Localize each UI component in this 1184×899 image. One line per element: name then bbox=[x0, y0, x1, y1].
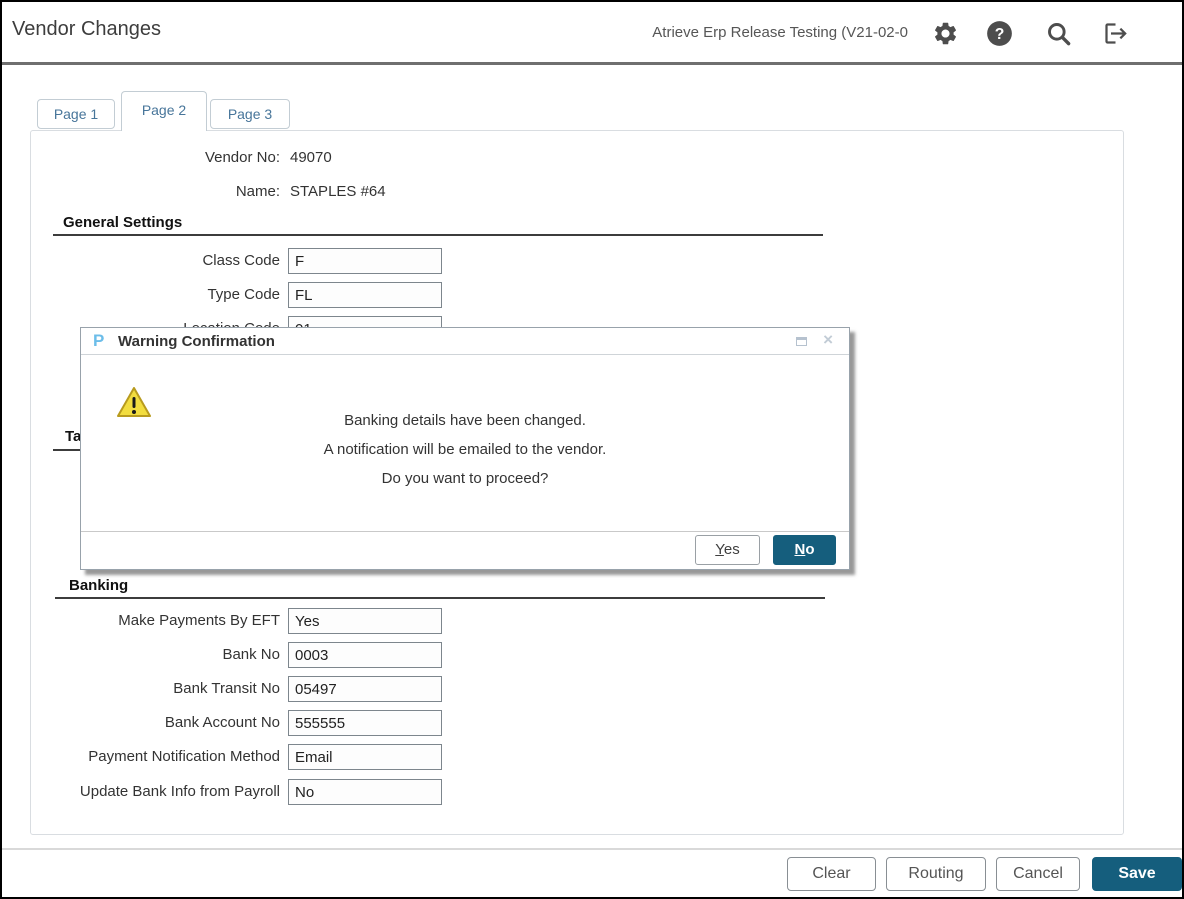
routing-button[interactable]: Routing bbox=[886, 857, 986, 891]
class-code-label: Class Code bbox=[31, 252, 280, 269]
update-bank-info-row: Update Bank Info from Payroll bbox=[31, 779, 1123, 805]
banking-heading: Banking bbox=[69, 577, 128, 594]
maximize-icon[interactable] bbox=[796, 337, 807, 346]
environment-label: Atrieve Erp Release Testing (V21-02-0 bbox=[652, 24, 908, 41]
vendor-no-row: Vendor No: 49070 bbox=[31, 145, 1123, 171]
svg-text:?: ? bbox=[995, 26, 1005, 43]
vendor-name-row: Name: STAPLES #64 bbox=[31, 179, 1123, 205]
bank-transit-label: Bank Transit No bbox=[31, 680, 280, 697]
type-code-row: Type Code bbox=[31, 282, 1123, 308]
settings-gear-icon[interactable] bbox=[932, 20, 959, 47]
tab-page-2[interactable]: Page 2 bbox=[121, 91, 207, 131]
vendor-name-value: STAPLES #64 bbox=[290, 183, 386, 200]
payment-notification-label: Payment Notification Method bbox=[31, 748, 280, 765]
bank-account-row: Bank Account No bbox=[31, 710, 1123, 736]
header-divider bbox=[2, 62, 1182, 65]
bank-no-label: Bank No bbox=[31, 646, 280, 663]
help-icon[interactable]: ? bbox=[986, 20, 1013, 47]
bank-account-input[interactable] bbox=[288, 710, 442, 736]
eft-input[interactable] bbox=[288, 608, 442, 634]
update-bank-info-label: Update Bank Info from Payroll bbox=[31, 783, 280, 800]
bank-account-label: Bank Account No bbox=[31, 714, 280, 731]
tab-page-1[interactable]: Page 1 bbox=[37, 99, 115, 129]
payment-notification-row: Payment Notification Method bbox=[31, 744, 1123, 770]
search-icon[interactable] bbox=[1045, 20, 1072, 47]
dialog-title: Warning Confirmation bbox=[118, 333, 275, 350]
clear-button[interactable]: Clear bbox=[787, 857, 876, 891]
app-window: Vendor Changes Atrieve Erp Release Testi… bbox=[0, 0, 1184, 899]
eft-row: Make Payments By EFT bbox=[31, 608, 1123, 634]
vendor-name-label: Name: bbox=[31, 183, 280, 200]
dialog-message-2: A notification will be emailed to the ve… bbox=[81, 441, 849, 458]
class-code-row: Class Code bbox=[31, 248, 1123, 274]
vendor-no-value: 49070 bbox=[290, 149, 332, 166]
dialog-titlebar[interactable]: P Warning Confirmation × bbox=[81, 328, 849, 355]
update-bank-info-input[interactable] bbox=[288, 779, 442, 805]
cancel-button[interactable]: Cancel bbox=[996, 857, 1080, 891]
dialog-footer-divider bbox=[81, 531, 849, 532]
tab-page-3[interactable]: Page 3 bbox=[210, 99, 290, 129]
banking-rule bbox=[55, 597, 825, 599]
no-button[interactable]: No bbox=[773, 535, 836, 565]
save-button[interactable]: Save bbox=[1092, 857, 1182, 891]
page-title: Vendor Changes bbox=[12, 18, 161, 41]
tax-section-heading-partial: Ta bbox=[65, 428, 81, 445]
footer-divider bbox=[2, 848, 1182, 850]
close-icon[interactable]: × bbox=[823, 330, 833, 350]
type-code-label: Type Code bbox=[31, 286, 280, 303]
payment-notification-input[interactable] bbox=[288, 744, 442, 770]
dialog-message-1: Banking details have been changed. bbox=[81, 412, 849, 429]
vendor-no-label: Vendor No: bbox=[31, 149, 280, 166]
bank-transit-input[interactable] bbox=[288, 676, 442, 702]
general-settings-heading: General Settings bbox=[63, 214, 182, 231]
bank-transit-row: Bank Transit No bbox=[31, 676, 1123, 702]
logout-icon[interactable] bbox=[1102, 20, 1129, 47]
general-settings-rule bbox=[53, 234, 823, 236]
dialog-message-3: Do you want to proceed? bbox=[81, 470, 849, 487]
bank-no-row: Bank No bbox=[31, 642, 1123, 668]
warning-confirmation-dialog: P Warning Confirmation × Banking details… bbox=[80, 327, 850, 570]
type-code-input[interactable] bbox=[288, 282, 442, 308]
eft-label: Make Payments By EFT bbox=[31, 612, 280, 629]
yes-button[interactable]: Yes bbox=[695, 535, 760, 565]
bank-no-input[interactable] bbox=[288, 642, 442, 668]
app-logo-icon: P bbox=[93, 331, 104, 351]
class-code-input[interactable] bbox=[288, 248, 442, 274]
